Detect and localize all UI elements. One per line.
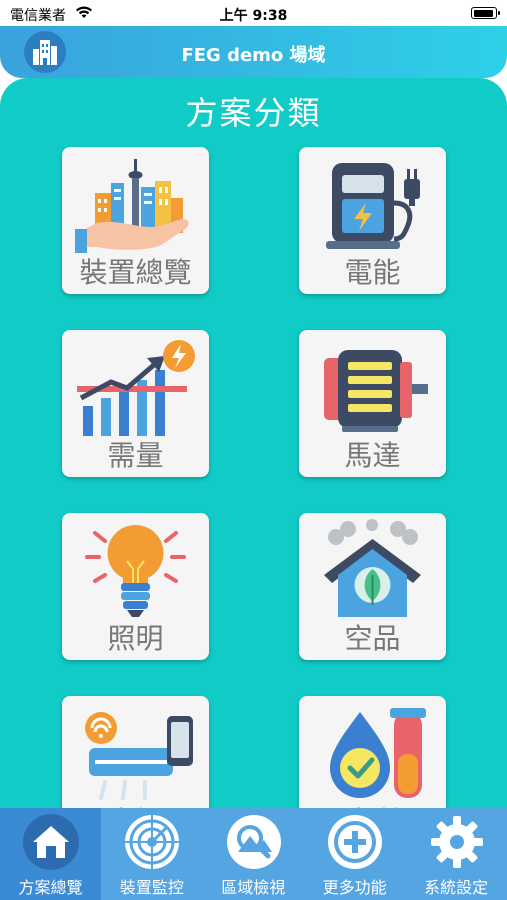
- light-bulb-icon: [85, 525, 186, 617]
- tile-electric-energy[interactable]: 電能: [299, 147, 446, 294]
- tab-label: 區域檢視: [221, 878, 286, 897]
- plus-circle-icon: [328, 815, 383, 869]
- tile-label: 水質: [299, 800, 446, 808]
- tile-air-conditioning[interactable]: 空調: [62, 696, 209, 808]
- water-quality-icon: [330, 708, 426, 798]
- clock: 上午 9:38: [219, 8, 288, 24]
- air-conditioner-icon: [85, 712, 193, 800]
- tab-solution-overview[interactable]: 方案總覽: [0, 808, 102, 900]
- demand-chart-icon: [77, 340, 195, 436]
- tile-device-overview[interactable]: 裝置總覽: [62, 147, 209, 294]
- bottom-tab-bar: 方案總覽 裝置監控 區域檢視 更多功能 系統設定: [0, 808, 507, 900]
- gear-icon: [430, 816, 483, 868]
- ev-charger-icon: [326, 163, 420, 249]
- tab-label: 方案總覽: [18, 878, 83, 897]
- tab-label: 更多功能: [322, 878, 387, 897]
- tile-water-quality[interactable]: 水質: [299, 696, 446, 808]
- site-title: FEG demo 場域: [181, 45, 326, 66]
- home-icon: [23, 814, 79, 870]
- status-bar: 電信業者 上午 9:38: [0, 0, 507, 26]
- tile-lighting[interactable]: 照明: [62, 513, 209, 660]
- tile-label: 電能: [344, 256, 401, 289]
- tile-demand[interactable]: 需量: [62, 330, 209, 477]
- tile-label: 空品: [344, 622, 401, 655]
- tile-air-quality[interactable]: 空品: [299, 513, 446, 660]
- tab-label: 系統設定: [424, 878, 489, 897]
- solution-category-panel: 方案分類 裝置總覽 電能 需量 馬達 照明 空品: [0, 78, 507, 808]
- map-search-icon: [226, 815, 281, 869]
- motor-icon: [324, 350, 428, 432]
- radar-icon: [125, 815, 180, 869]
- tile-label: 照明: [107, 622, 164, 655]
- tab-more-features[interactable]: 更多功能: [304, 808, 405, 900]
- air-quality-house-icon: [324, 519, 421, 617]
- tile-motor[interactable]: 馬達: [299, 330, 446, 477]
- tile-label: 需量: [107, 439, 164, 472]
- tab-area-view[interactable]: 區域檢視: [203, 808, 304, 900]
- page-title: 方案分類: [185, 94, 322, 132]
- tile-label: 馬達: [344, 439, 401, 472]
- app-header: FEG demo 場域: [0, 26, 507, 78]
- tab-system-settings[interactable]: 系統設定: [406, 808, 507, 900]
- tile-label: 空調: [62, 800, 209, 808]
- city-hand-icon: [75, 159, 189, 253]
- battery-icon: [471, 7, 500, 19]
- tile-label: 裝置總覽: [79, 256, 192, 289]
- tab-label: 裝置監控: [119, 878, 184, 897]
- tab-device-monitor[interactable]: 裝置監控: [101, 808, 202, 900]
